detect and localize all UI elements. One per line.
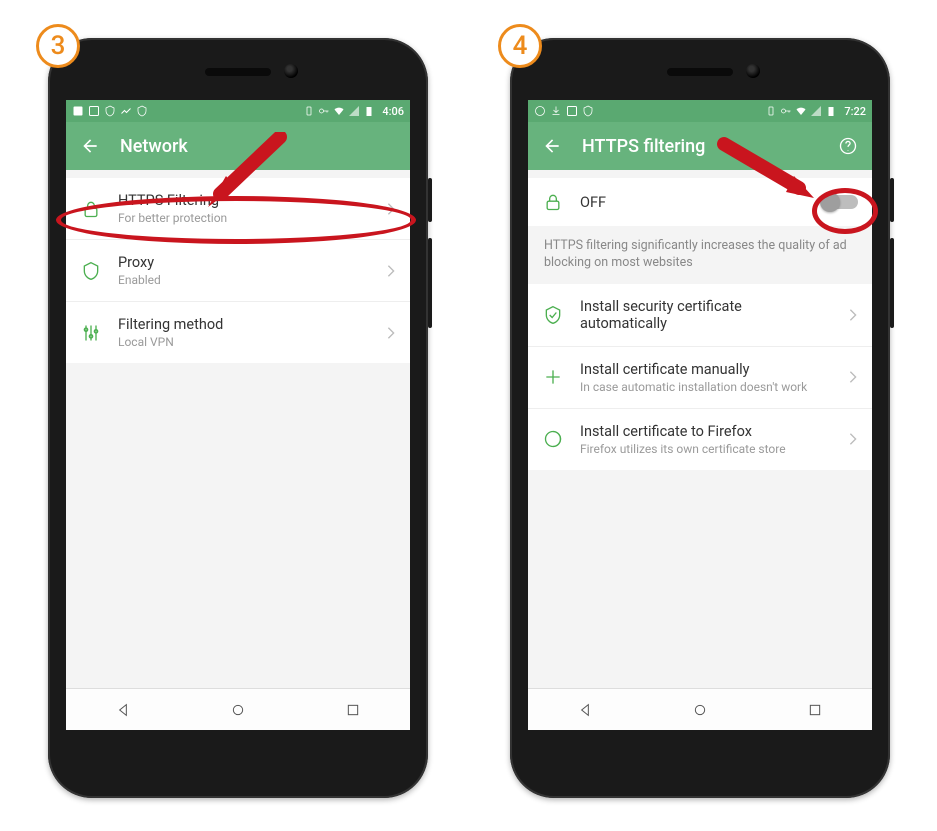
- chart-icon: [120, 105, 132, 117]
- firefox-icon: [542, 429, 564, 449]
- phone-power-button: [428, 178, 432, 222]
- chevron-right-icon: [386, 202, 396, 216]
- battery-icon: [363, 105, 375, 117]
- status-time: 4:06: [382, 105, 404, 118]
- browser-icon: [534, 105, 546, 117]
- step-badge-4: 4: [498, 24, 542, 68]
- help-icon[interactable]: [838, 136, 858, 156]
- row-filtering-method[interactable]: Filtering method Local VPN: [66, 302, 410, 363]
- phone-camera: [746, 64, 760, 78]
- back-arrow-icon[interactable]: [542, 136, 562, 156]
- row-subtitle: Enabled: [118, 273, 370, 287]
- chevron-right-icon: [386, 264, 396, 278]
- android-nav-bar: [528, 688, 872, 730]
- step-badge-3: 3: [36, 24, 80, 68]
- row-install-firefox[interactable]: Install certificate to Firefox Firefox u…: [528, 409, 872, 470]
- content-area: HTTPS Filtering For better protection Pr…: [66, 178, 410, 730]
- toggle-card: OFF: [528, 178, 872, 226]
- shield-icon: [582, 105, 594, 117]
- screen-right: 7:22 HTTPS filtering OFF HTTPS f: [528, 100, 872, 730]
- row-title: Proxy: [118, 254, 370, 271]
- nav-back-icon[interactable]: [577, 702, 593, 718]
- vibrate-icon: [765, 105, 777, 117]
- row-https-filtering[interactable]: HTTPS Filtering For better protection: [66, 178, 410, 240]
- row-https-toggle[interactable]: OFF: [528, 178, 872, 226]
- shield-check-icon: [542, 305, 564, 325]
- image-icon: [72, 105, 84, 117]
- shield-icon: [136, 105, 148, 117]
- chevron-right-icon: [848, 432, 858, 446]
- row-title: Install certificate manually: [580, 361, 832, 378]
- android-nav-bar: [66, 688, 410, 730]
- page-title: Network: [120, 136, 188, 157]
- phone-volume-button: [428, 238, 432, 328]
- shield-icon: [104, 105, 116, 117]
- page-title: HTTPS filtering: [582, 136, 705, 157]
- row-subtitle: In case automatic installation doesn't w…: [580, 380, 832, 394]
- signal-icon: [810, 105, 822, 117]
- status-time: 7:22: [844, 105, 866, 118]
- toggle-switch[interactable]: [822, 195, 858, 209]
- lock-icon: [80, 199, 102, 219]
- nav-home-icon[interactable]: [230, 702, 246, 718]
- app-bar: HTTPS filtering: [528, 122, 872, 170]
- back-arrow-icon[interactable]: [80, 136, 100, 156]
- description-text: HTTPS filtering significantly increases …: [528, 226, 872, 276]
- lock-icon: [542, 192, 564, 212]
- row-title: Install security certificate automatical…: [580, 298, 832, 332]
- phone-power-button: [890, 178, 894, 222]
- row-title: Filtering method: [118, 316, 370, 333]
- shield-icon: [80, 261, 102, 281]
- row-install-manual[interactable]: Install certificate manually In case aut…: [528, 347, 872, 409]
- phone-frame-right: 7:22 HTTPS filtering OFF HTTPS f: [510, 38, 890, 798]
- toggle-label: OFF: [580, 194, 806, 211]
- nav-home-icon[interactable]: [692, 702, 708, 718]
- plus-icon: [542, 367, 564, 387]
- row-install-auto[interactable]: Install security certificate automatical…: [528, 284, 872, 347]
- chevron-right-icon: [848, 308, 858, 322]
- sliders-icon: [80, 323, 102, 343]
- phone-volume-button: [890, 238, 894, 328]
- battery-icon: [825, 105, 837, 117]
- nav-back-icon[interactable]: [115, 702, 131, 718]
- status-bar: 7:22: [528, 100, 872, 122]
- status-bar: 4:06: [66, 100, 410, 122]
- chevron-right-icon: [386, 326, 396, 340]
- screenshot-icon: [566, 105, 578, 117]
- row-proxy[interactable]: Proxy Enabled: [66, 240, 410, 302]
- row-subtitle: For better protection: [118, 211, 370, 225]
- key-icon: [318, 105, 330, 117]
- vibrate-icon: [303, 105, 315, 117]
- settings-list: HTTPS Filtering For better protection Pr…: [66, 178, 410, 363]
- row-subtitle: Local VPN: [118, 335, 370, 349]
- phone-camera: [284, 64, 298, 78]
- key-icon: [780, 105, 792, 117]
- phone-speaker: [667, 68, 733, 76]
- wifi-icon: [795, 105, 807, 117]
- app-bar: Network: [66, 122, 410, 170]
- nav-recent-icon[interactable]: [807, 702, 823, 718]
- row-title: HTTPS Filtering: [118, 192, 370, 209]
- wifi-icon: [333, 105, 345, 117]
- phone-frame-left: 4:06 Network HTTPS Filtering For better …: [48, 38, 428, 798]
- nav-recent-icon[interactable]: [345, 702, 361, 718]
- download-icon: [550, 105, 562, 117]
- phone-speaker: [205, 68, 271, 76]
- row-title: Install certificate to Firefox: [580, 423, 832, 440]
- chevron-right-icon: [848, 370, 858, 384]
- screen-left: 4:06 Network HTTPS Filtering For better …: [66, 100, 410, 730]
- row-subtitle: Firefox utilizes its own certificate sto…: [580, 442, 832, 456]
- signal-icon: [348, 105, 360, 117]
- cert-list: Install security certificate automatical…: [528, 284, 872, 470]
- content-area: OFF HTTPS filtering significantly increa…: [528, 178, 872, 730]
- screenshot-icon: [88, 105, 100, 117]
